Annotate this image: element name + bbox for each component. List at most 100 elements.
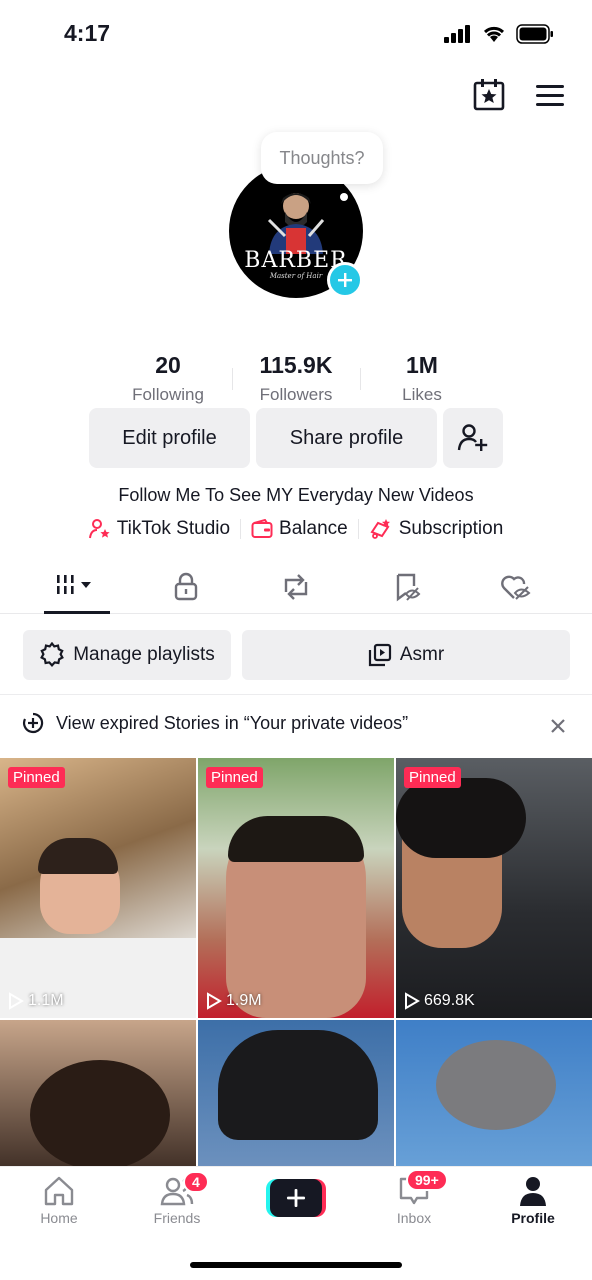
add-avatar-button[interactable] (327, 262, 363, 298)
link-label: Balance (279, 518, 348, 539)
tab-liked[interactable] (457, 572, 575, 602)
close-notice-button[interactable] (548, 716, 568, 736)
menu-button[interactable] (534, 80, 566, 110)
view-count: 669.8K (404, 992, 475, 1010)
nav-label: Profile (511, 1210, 555, 1226)
bio-text: Follow Me To See MY Everyday New Videos (118, 485, 474, 505)
add-story-icon (22, 712, 44, 734)
stat-followers[interactable]: 115.9K Followers (231, 352, 361, 405)
stat-value: 1M (406, 352, 438, 378)
nav-label: Friends (153, 1210, 201, 1226)
battery-icon (516, 24, 553, 44)
view-count-text: 1.1M (28, 992, 64, 1009)
calendar-star-button[interactable] (472, 78, 506, 112)
video-thumbnail[interactable] (198, 1020, 394, 1166)
play-icon (9, 992, 24, 1010)
notice-text: View expired Stories in “Your private vi… (56, 712, 409, 733)
add-person-icon (457, 424, 488, 451)
close-icon (551, 719, 565, 733)
hamburger-icon (536, 85, 564, 106)
view-count-text: 1.9M (226, 992, 262, 1009)
video-thumbnail[interactable] (396, 1020, 592, 1166)
subscription-link[interactable]: Subscription (369, 518, 504, 540)
link-label: TikTok Studio (116, 518, 231, 539)
stat-value: 20 (155, 352, 181, 378)
videos-grid-icon (57, 575, 91, 594)
stat-label: Followers (259, 385, 333, 404)
pinned-badge: Pinned (404, 767, 461, 788)
tab-private[interactable] (127, 572, 245, 602)
plus-icon (338, 273, 352, 287)
manage-playlists-label: Manage playlists (73, 644, 215, 665)
thumbnail-hair (218, 1030, 378, 1140)
stat-label: Following (132, 385, 204, 404)
add-friend-button[interactable] (443, 408, 503, 468)
video-thumbnail[interactable]: Pinned 669.8K (396, 758, 592, 1018)
subscription-icon (370, 519, 390, 539)
home-indicator (190, 1262, 402, 1268)
status-icons (444, 24, 554, 44)
stat-value: 115.9K (259, 352, 333, 378)
tiktok-studio-link[interactable]: TikTok Studio (88, 518, 231, 540)
create-button[interactable] (266, 1179, 326, 1217)
pinned-badge: Pinned (8, 767, 65, 788)
tab-reposts[interactable] (237, 572, 355, 602)
inbox-badge: 99+ (406, 1169, 448, 1191)
plus-icon (287, 1189, 305, 1207)
balance-link[interactable]: Balance (251, 518, 348, 540)
tab-videos[interactable] (18, 572, 136, 602)
stat-label: Likes (402, 385, 442, 404)
link-divider (240, 519, 242, 539)
thoughts-bubble[interactable]: Thoughts? (261, 132, 383, 184)
nav-label: Home (40, 1210, 78, 1226)
video-thumbnail[interactable]: Pinned 1.1M (0, 758, 196, 1018)
heart-hidden-icon (501, 575, 531, 600)
calendar-star-icon (473, 79, 505, 111)
wifi-icon (483, 26, 505, 42)
thumbnail-hair (30, 1060, 170, 1166)
expired-stories-notice[interactable]: View expired Stories in “Your private vi… (22, 712, 408, 734)
thumbnail-hair (38, 838, 118, 874)
stat-likes[interactable]: 1M Likes (357, 352, 487, 405)
play-icon (405, 992, 420, 1010)
video-thumbnail[interactable]: Pinned 1.9M (198, 758, 394, 1018)
link-divider (357, 519, 359, 539)
nav-friends[interactable]: Friends (118, 1175, 236, 1226)
signal-icon (444, 25, 470, 43)
gear-icon (40, 642, 65, 668)
view-count: 1.1M (8, 992, 64, 1010)
friends-badge: 4 (183, 1171, 209, 1193)
video-grid: Pinned 1.1M Pinned 1.9M Pinned 669.8K (0, 758, 592, 1166)
view-count-text: 669.8K (424, 992, 475, 1009)
section-divider (0, 694, 592, 695)
tab-saved[interactable] (348, 572, 466, 602)
profile-icon (520, 1177, 546, 1206)
nav-profile[interactable]: Profile (474, 1175, 592, 1226)
playlist-label: Asmr (399, 644, 445, 665)
playlist-asmr[interactable]: Asmr (242, 630, 570, 680)
view-count: 1.9M (206, 992, 262, 1010)
status-time: 4:17 (64, 20, 111, 46)
create-button-face (270, 1179, 322, 1217)
manage-playlists-button[interactable]: Manage playlists (23, 630, 231, 680)
pinned-badge: Pinned (206, 767, 263, 788)
thumbnail-hair (436, 1040, 556, 1130)
link-label: Subscription (398, 518, 504, 539)
playlist-icon (368, 643, 391, 667)
person-star-icon (88, 519, 110, 539)
thumbnail-hair (396, 778, 526, 858)
video-thumbnail[interactable] (0, 1020, 196, 1166)
stat-following[interactable]: 20 Following (103, 352, 233, 405)
thought-dot (340, 193, 348, 201)
play-icon (207, 992, 222, 1010)
content-tabs (0, 562, 592, 614)
profile-links: TikTok Studio Balance Subscription (0, 518, 592, 540)
home-icon (44, 1176, 74, 1206)
nav-home[interactable]: Home (0, 1175, 118, 1226)
thumbnail-hair (228, 816, 364, 862)
repost-icon (284, 574, 308, 600)
share-profile-button[interactable]: Share profile (256, 408, 437, 468)
nav-label: Inbox (396, 1210, 432, 1226)
edit-profile-button[interactable]: Edit profile (89, 408, 250, 468)
wallet-icon (251, 519, 273, 538)
